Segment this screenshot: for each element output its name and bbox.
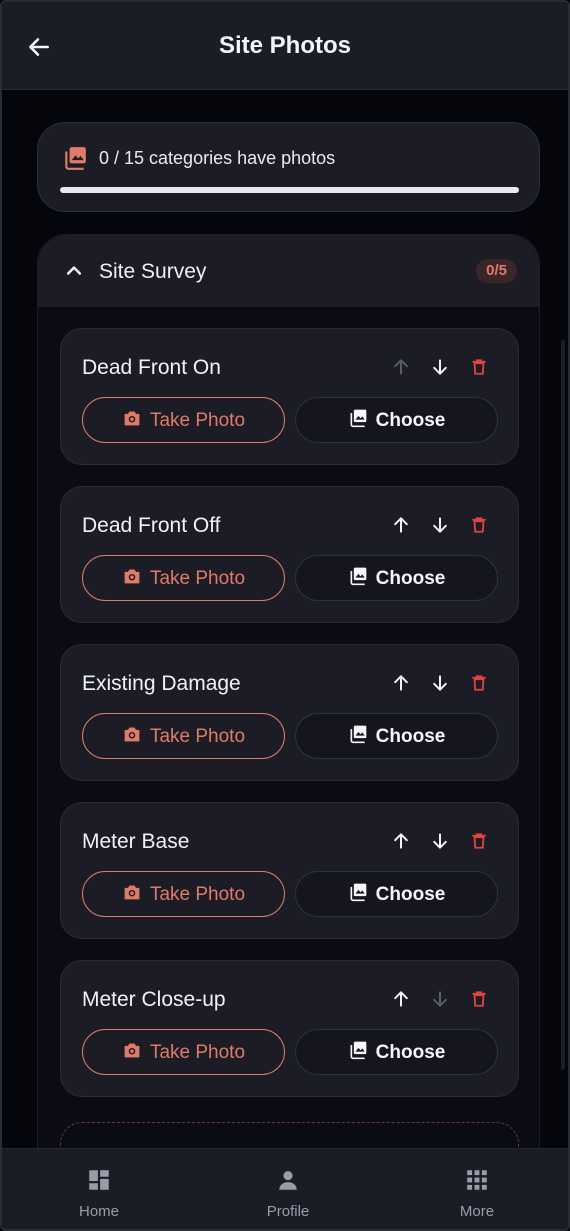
choose-button[interactable]: Choose bbox=[295, 555, 498, 601]
app-frame: Site Photos 0 / 15 categories have photo… bbox=[0, 0, 570, 1231]
take-photo-label: Take Photo bbox=[149, 725, 246, 747]
move-down-button bbox=[428, 989, 452, 1013]
move-down-button[interactable] bbox=[428, 831, 452, 855]
take-photo-label: Take Photo bbox=[149, 1041, 246, 1063]
photo-library-icon bbox=[65, 147, 86, 170]
dashboard-icon bbox=[89, 1170, 109, 1190]
delete-button[interactable] bbox=[467, 673, 491, 697]
camera-icon bbox=[122, 409, 142, 431]
move-up-button[interactable] bbox=[389, 831, 413, 855]
count-badge: 0/5 bbox=[476, 259, 517, 283]
app-header: Site Photos bbox=[2, 2, 568, 90]
section-site-survey: Site Survey 0/5 Dead Front On Take Photo C… bbox=[37, 234, 540, 1148]
take-photo-button[interactable]: Take Photo bbox=[82, 871, 285, 917]
arrow-down-icon bbox=[430, 673, 450, 698]
nav-more[interactable]: More bbox=[417, 1167, 537, 1220]
take-photo-button[interactable]: Take Photo bbox=[82, 397, 285, 443]
photo-category-card: Meter Close-up Take Photo Choose bbox=[60, 960, 519, 1097]
move-down-button[interactable] bbox=[428, 673, 452, 697]
summary-text: 0 / 15 categories have photos bbox=[99, 148, 336, 168]
scrollbar[interactable] bbox=[561, 340, 565, 1070]
apps-grid-icon bbox=[467, 1170, 487, 1190]
camera-icon bbox=[122, 725, 142, 747]
person-icon bbox=[279, 1171, 297, 1190]
move-down-button[interactable] bbox=[428, 357, 452, 381]
delete-button[interactable] bbox=[467, 515, 491, 539]
choose-label: Choose bbox=[375, 883, 446, 905]
trash-icon bbox=[470, 515, 488, 540]
category-title: Existing Damage bbox=[82, 672, 241, 695]
nav-home-label: Home bbox=[78, 1203, 119, 1220]
gallery-icon bbox=[348, 566, 368, 590]
nav-profile-label: Profile bbox=[266, 1203, 310, 1220]
trash-icon bbox=[470, 357, 488, 382]
take-photo-button[interactable]: Take Photo bbox=[82, 555, 285, 601]
progress-bar bbox=[60, 187, 519, 193]
take-photo-button[interactable]: Take Photo bbox=[82, 1029, 285, 1075]
move-up-button[interactable] bbox=[389, 673, 413, 697]
delete-button[interactable] bbox=[467, 831, 491, 855]
arrow-down-icon bbox=[430, 357, 450, 382]
nav-home[interactable]: Home bbox=[39, 1167, 159, 1220]
choose-label: Choose bbox=[375, 409, 446, 431]
camera-icon bbox=[122, 1041, 142, 1063]
move-up-button bbox=[389, 357, 413, 381]
camera-icon bbox=[122, 883, 142, 905]
section-header[interactable]: Site Survey 0/5 bbox=[38, 235, 539, 307]
gallery-icon bbox=[348, 724, 368, 748]
arrow-down-icon bbox=[430, 831, 450, 856]
camera-icon bbox=[122, 567, 142, 589]
page-title: Site Photos bbox=[218, 32, 351, 59]
gallery-icon bbox=[348, 1040, 368, 1064]
delete-button[interactable] bbox=[467, 357, 491, 381]
gallery-icon bbox=[348, 408, 368, 432]
photo-category-card: Existing Damage Take Photo Choose bbox=[60, 644, 519, 781]
section-title: Site Survey bbox=[99, 260, 207, 283]
add-category-placeholder[interactable] bbox=[60, 1122, 519, 1148]
nav-more-label: More bbox=[459, 1203, 495, 1220]
trash-icon bbox=[470, 831, 488, 856]
arrow-up-icon bbox=[391, 673, 411, 698]
choose-button[interactable]: Choose bbox=[295, 397, 498, 443]
category-title: Meter Close-up bbox=[82, 988, 226, 1011]
move-down-button[interactable] bbox=[428, 515, 452, 539]
choose-label: Choose bbox=[375, 567, 446, 589]
chevron-up-icon bbox=[66, 266, 82, 275]
take-photo-label: Take Photo bbox=[149, 567, 246, 589]
choose-label: Choose bbox=[375, 1041, 446, 1063]
move-up-button[interactable] bbox=[389, 515, 413, 539]
arrow-up-icon bbox=[391, 515, 411, 540]
category-title: Meter Base bbox=[82, 830, 190, 853]
choose-label: Choose bbox=[375, 725, 446, 747]
trash-icon bbox=[470, 989, 488, 1014]
choose-button[interactable]: Choose bbox=[295, 1029, 498, 1075]
arrow-up-icon bbox=[391, 831, 411, 856]
bottom-navigation: Home Profile More bbox=[2, 1148, 568, 1229]
arrow-up-icon bbox=[391, 357, 411, 382]
photo-category-card: Dead Front On Take Photo Choose bbox=[60, 328, 519, 465]
move-up-button[interactable] bbox=[389, 989, 413, 1013]
choose-button[interactable]: Choose bbox=[295, 871, 498, 917]
choose-button[interactable]: Choose bbox=[295, 713, 498, 759]
main-content[interactable]: 0 / 15 categories have photos Site Surve… bbox=[2, 90, 568, 1148]
photo-summary-card: 0 / 15 categories have photos bbox=[37, 122, 540, 212]
nav-profile[interactable]: Profile bbox=[228, 1167, 348, 1220]
take-photo-label: Take Photo bbox=[149, 409, 246, 431]
delete-button[interactable] bbox=[467, 989, 491, 1013]
category-title: Dead Front Off bbox=[82, 514, 221, 537]
photo-category-card: Dead Front Off Take Photo Choose bbox=[60, 486, 519, 623]
trash-icon bbox=[470, 673, 488, 698]
arrow-up-icon bbox=[391, 989, 411, 1014]
arrow-down-icon bbox=[430, 989, 450, 1014]
take-photo-label: Take Photo bbox=[149, 883, 246, 905]
photo-category-card: Meter Base Take Photo Choose bbox=[60, 802, 519, 939]
take-photo-button[interactable]: Take Photo bbox=[82, 713, 285, 759]
arrow-down-icon bbox=[430, 515, 450, 540]
gallery-icon bbox=[348, 882, 368, 906]
category-title: Dead Front On bbox=[82, 356, 221, 379]
